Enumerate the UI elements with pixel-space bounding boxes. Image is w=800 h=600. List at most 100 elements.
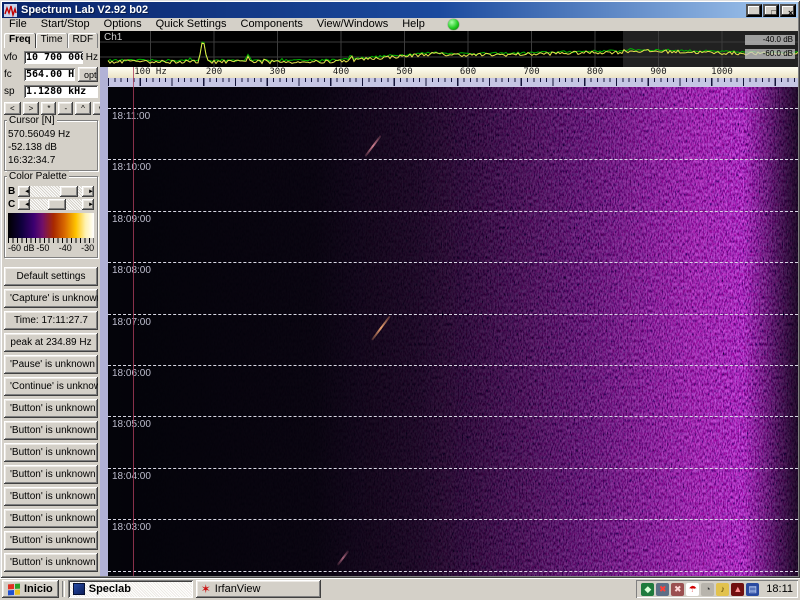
frequency-nav-button[interactable]: - [58, 102, 74, 115]
scroll-left-icon[interactable]: ◄ [18, 186, 30, 197]
frequency-cursor-line [133, 67, 134, 576]
cursor-level-readout: -52.138 dB [8, 142, 57, 153]
sp-row: sp 1.1280 kHz [4, 85, 98, 98]
frequency-nav-button[interactable]: ^ [75, 102, 91, 115]
time-label: 18:04:00 [112, 470, 151, 482]
fc-input[interactable]: 564.00 Hz [24, 68, 75, 81]
color-palette-title: Color Palette [7, 171, 69, 182]
scroll-left-icon[interactable]: ◄ [18, 199, 30, 210]
taskbar-clock[interactable]: 18:11 [766, 583, 793, 595]
fc-row: fc 564.00 Hz opt [4, 67, 98, 82]
restore-button[interactable]: □ [763, 3, 779, 18]
panel-button[interactable]: Time: 17:11:27.7 [4, 311, 98, 330]
frequency-nav-button[interactable]: < [4, 102, 21, 115]
task-button[interactable]: ✶ IrfanView [195, 580, 321, 598]
frequency-tick-label: 200 [205, 67, 223, 77]
frequency-tick-label: 300 [269, 67, 286, 77]
frequency-tick-label: 900 [650, 67, 667, 77]
spectrum-graph[interactable]: Ch1 -40.0 dB -60.0 dB [100, 31, 798, 67]
avira-umbrella-icon[interactable]: ☂ [686, 582, 700, 596]
palette-scale-labels: -60 dB -50 -40 -30 [8, 243, 94, 254]
fc-label: fc [4, 69, 12, 80]
sp-input[interactable]: 1.1280 kHz [24, 85, 98, 98]
update-arrow-icon[interactable]: ▲ [731, 582, 745, 596]
menu-item[interactable]: File [2, 18, 34, 31]
task-app-icon: ✶ [200, 582, 211, 596]
opt-button[interactable]: opt [78, 67, 98, 82]
panel-tab[interactable]: RDF [67, 33, 99, 48]
menu-item[interactable]: Components [234, 18, 310, 31]
time-gridline: 18:07:00 [108, 313, 798, 329]
panel-button[interactable]: 'Continue' is unknown [4, 377, 98, 396]
panel-tab[interactable]: Freq [4, 33, 36, 48]
contrast-thumb[interactable] [47, 199, 66, 210]
titlebar[interactable]: Spectrum Lab V2.92 b02 _ □ × [2, 2, 798, 18]
cursor-groupbox-title: Cursor [N] [7, 115, 57, 126]
contrast-slider-row: C ◄ ► [8, 199, 94, 210]
tray-icons: ◆ ✖ ✖ ☂ ◔ ♪ ▲ ▤ [641, 582, 760, 596]
scroll-right-icon[interactable]: ► [82, 199, 94, 210]
menu-item[interactable]: Start/Stop [34, 18, 97, 31]
antivirus-shield-icon[interactable]: ◆ [641, 582, 655, 596]
panel-tabs: Freq Time RDF [4, 33, 99, 48]
brightness-track[interactable] [30, 186, 82, 197]
panel-button[interactable]: Default settings [4, 267, 98, 286]
brightness-thumb[interactable] [60, 186, 79, 197]
minimize-button[interactable]: _ [746, 3, 762, 18]
panel-tab[interactable]: Time [35, 33, 68, 48]
contrast-track[interactable] [30, 199, 82, 210]
panel-button[interactable]: 'Button' is unknown [4, 553, 98, 572]
menu-item[interactable]: Quick Settings [149, 18, 234, 31]
left-margin-strip [100, 67, 108, 576]
palette-scale-label: -40 [58, 243, 72, 253]
menu-item[interactable]: Options [97, 18, 149, 31]
menu-item[interactable]: Help [395, 18, 432, 31]
waterfall-display[interactable]: 18:11:00 18:10:00 18:09:00 18:08:00 18:0… [108, 87, 798, 576]
sp-label: sp [4, 86, 15, 97]
start-button-label: Inicio [24, 583, 53, 595]
contrast-scrollbar[interactable]: ◄ ► [18, 199, 94, 210]
display-settings-icon[interactable]: ▤ [746, 582, 760, 596]
app-icon [4, 3, 17, 17]
task-button[interactable]: Speclab [67, 580, 193, 598]
volume-icon[interactable]: ♪ [716, 582, 730, 596]
start-button[interactable]: Inicio [2, 580, 59, 598]
scheduler-icon[interactable]: ◔ [701, 582, 715, 596]
panel-button[interactable]: 'Capture' is unknown [4, 289, 98, 308]
frequency-scale: 100 Hz 200 300 400 500 600 700 800 900 1000 [108, 67, 798, 78]
time-label: 18:06:00 [112, 368, 151, 379]
frequency-nav-button[interactable]: * [41, 102, 57, 115]
taskbar-divider [62, 581, 65, 597]
time-label: 18:07:00 [112, 316, 151, 328]
channel-label: Ch1 [104, 32, 123, 43]
scroll-right-icon[interactable]: ► [82, 186, 94, 197]
panel-button[interactable]: 'Button' is unknown [4, 465, 98, 484]
time-label: 18:11:00 [112, 111, 151, 122]
time-gridline: 18:09:00 [108, 210, 798, 226]
spectrum-lab-window: Spectrum Lab V2.92 b02 _ □ × File Start/Sto… [0, 0, 800, 578]
panel-button[interactable]: 'Button' is unknown [4, 421, 98, 440]
close-button[interactable]: × [780, 3, 796, 18]
vfo-input[interactable]: 10 700 000 [24, 51, 83, 64]
desktop-screen: Spectrum Lab V2.92 b02 _ □ × File Start/Sto… [0, 0, 800, 600]
panel-button[interactable]: 'Button' is unknown [4, 443, 98, 462]
brightness-scrollbar[interactable]: ◄ ► [18, 186, 94, 197]
time-label: 18:08:00 [112, 265, 151, 277]
panel-button[interactable]: 'Button' is unknown [4, 531, 98, 550]
panel-button[interactable]: 'Button' is unknown [4, 509, 98, 528]
menubar: File Start/Stop Options Quick Settings Compo… [2, 18, 798, 31]
spectrum-display-area: Ch1 -40.0 dB -60.0 dB 100 Hz 200 300 400 500… [100, 31, 798, 576]
panel-button[interactable]: 'Button' is unknown [4, 399, 98, 418]
network-error-icon[interactable]: ✖ [656, 582, 670, 596]
frequency-nav-button[interactable]: > [22, 102, 40, 115]
frequency-tick-label: 600 [459, 67, 477, 77]
panel-button[interactable]: peak at 234.89 Hz [4, 333, 98, 352]
vfo-unit: Hz [85, 52, 98, 63]
panel-button[interactable]: 'Pause' is unknown [4, 355, 98, 374]
device-error-icon[interactable]: ✖ [671, 582, 685, 596]
panel-button[interactable]: 'Button' is unknown [4, 487, 98, 506]
time-label: 18:10:00 [112, 162, 151, 174]
menu-items: File Start/Stop Options Quick Settings Compo… [2, 18, 432, 31]
menu-item[interactable]: View/Windows [310, 18, 395, 31]
time-label: 18:05:00 [112, 419, 151, 431]
